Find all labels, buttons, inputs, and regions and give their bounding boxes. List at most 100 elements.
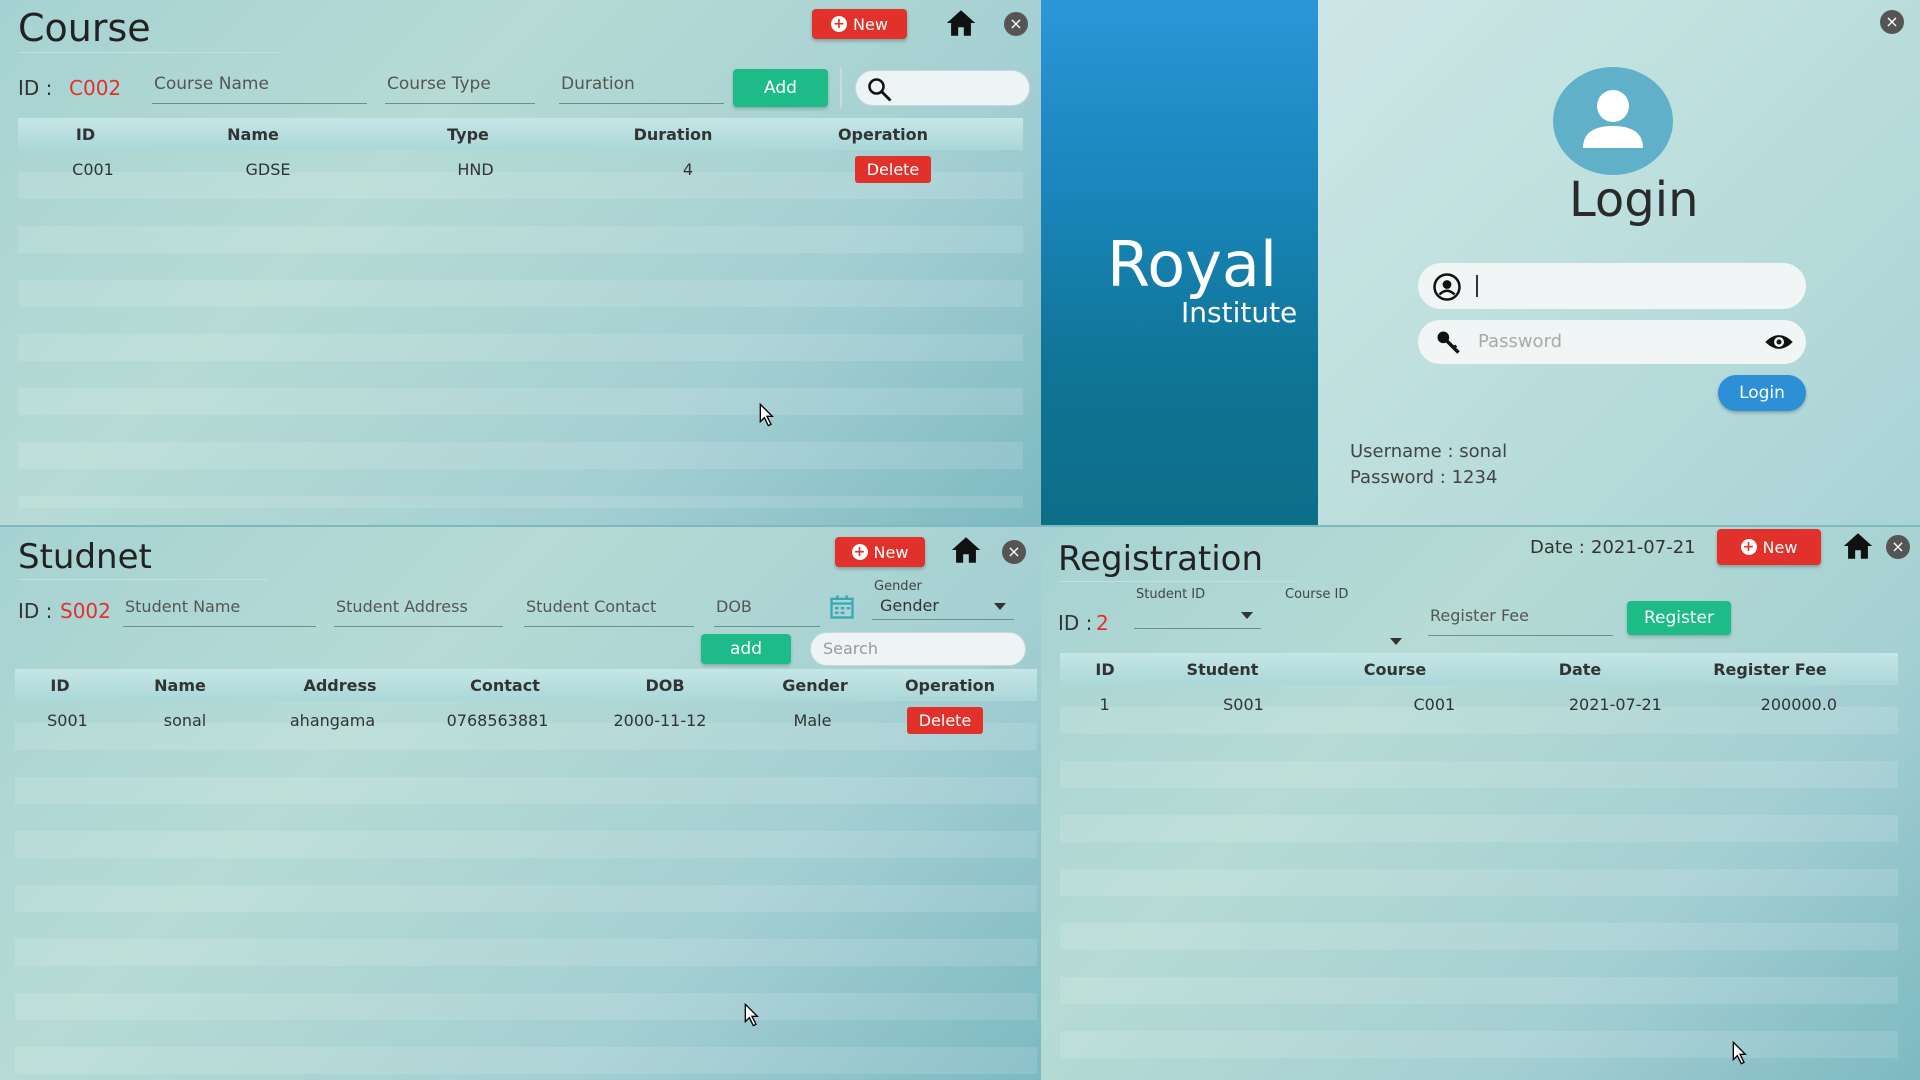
- cell-id: 1: [1099, 694, 1110, 714]
- gender-select[interactable]: Gender: [872, 594, 1014, 620]
- course-duration-input[interactable]: Duration: [559, 72, 724, 104]
- chevron-down-icon: [994, 603, 1006, 610]
- home-icon[interactable]: [944, 6, 978, 40]
- registration-new-button[interactable]: + New: [1717, 529, 1821, 565]
- delete-button[interactable]: Delete: [854, 155, 932, 183]
- cell-gender: Male: [793, 710, 832, 730]
- student-add-button[interactable]: add: [701, 634, 791, 664]
- registration-window: Registration Date : 2021-07-21 + New × I…: [1041, 527, 1920, 1080]
- student-search-placeholder: Search: [823, 639, 878, 658]
- login-title: Login: [1569, 172, 1699, 228]
- cell-id: S001: [47, 710, 88, 730]
- student-contact-input[interactable]: Student Contact: [524, 595, 694, 627]
- registration-new-label: New: [1762, 537, 1798, 557]
- brand-name: Royal: [1107, 228, 1278, 301]
- col-course: Course: [1363, 659, 1427, 679]
- register-fee-input[interactable]: Register Fee: [1428, 604, 1613, 636]
- cell-student: S001: [1223, 694, 1264, 714]
- home-icon[interactable]: [1841, 529, 1875, 563]
- close-icon[interactable]: ×: [1004, 12, 1028, 36]
- table-row[interactable]: 1 S001 C001 2021-07-21 200000.0: [1060, 685, 1898, 723]
- calendar-icon[interactable]: [828, 593, 856, 621]
- cell-register-fee: 200000.0: [1760, 694, 1837, 714]
- password-input[interactable]: Password: [1418, 320, 1806, 364]
- col-operation: Operation: [904, 675, 996, 695]
- col-register-fee: Register Fee: [1713, 659, 1827, 679]
- student-search-input[interactable]: Search: [810, 632, 1026, 666]
- cell-type: HND: [457, 159, 494, 179]
- date-label: Date :: [1530, 537, 1585, 558]
- login-button[interactable]: Login: [1718, 375, 1806, 411]
- course-id-label: Course ID: [1285, 587, 1349, 602]
- chevron-down-icon: [1241, 612, 1253, 619]
- home-icon[interactable]: [949, 533, 983, 567]
- student-id-select[interactable]: [1134, 603, 1261, 629]
- col-address: Address: [303, 675, 377, 695]
- student-id-label: Student ID: [1136, 587, 1206, 602]
- plus-icon: +: [1740, 539, 1757, 555]
- student-table: ID Name Address Contact DOB Gender Opera…: [15, 669, 1037, 1077]
- mouse-cursor-icon: [744, 1003, 759, 1027]
- col-name: Name: [154, 675, 206, 695]
- chevron-down-icon: [1390, 638, 1402, 645]
- student-new-label: New: [873, 542, 909, 562]
- student-id-label: ID :: [18, 599, 53, 623]
- col-id: ID: [75, 124, 96, 144]
- brand-panel: Royal Institute: [1041, 0, 1318, 525]
- cell-name: GDSE: [245, 159, 291, 179]
- cell-address: ahangama: [289, 710, 376, 730]
- eye-icon[interactable]: [1764, 330, 1794, 354]
- username-input[interactable]: [1418, 263, 1806, 309]
- col-contact: Contact: [470, 675, 540, 695]
- col-operation: Operation: [837, 124, 929, 144]
- course-id-value: C002: [69, 76, 122, 100]
- col-id: ID: [50, 675, 70, 695]
- col-duration: Duration: [633, 124, 713, 144]
- table-row[interactable]: C001 GDSE HND 4 Delete: [18, 150, 1023, 188]
- course-window: Course + New × ID : C002 Course Name Cou…: [0, 0, 1041, 525]
- student-new-button[interactable]: + New: [835, 537, 925, 567]
- plus-icon: +: [851, 544, 868, 560]
- col-name: Name: [227, 124, 279, 144]
- registration-table: ID Student Course Date Register Fee 1 S0…: [1060, 653, 1898, 1077]
- registration-id-value: 2: [1096, 611, 1109, 635]
- course-type-input[interactable]: Course Type: [385, 72, 535, 104]
- course-add-button[interactable]: Add: [733, 69, 828, 107]
- col-id: ID: [1095, 659, 1115, 679]
- cell-date: 2021-07-21: [1568, 694, 1662, 714]
- course-table: ID Name Type Duration Operation C001 GDS…: [18, 118, 1023, 508]
- divider: [840, 68, 842, 108]
- course-id-select[interactable]: [1283, 629, 1410, 655]
- register-button[interactable]: Register: [1627, 601, 1731, 635]
- col-gender: Gender: [782, 675, 848, 695]
- table-row[interactable]: S001 sonal ahangama 0768563881 2000-11-1…: [15, 701, 1037, 739]
- text-caret: [1476, 275, 1478, 297]
- gender-label: Gender: [874, 579, 922, 594]
- cell-name: sonal: [163, 710, 207, 730]
- course-table-header: ID Name Type Duration Operation: [18, 118, 1023, 150]
- delete-button[interactable]: Delete: [906, 706, 984, 734]
- student-name-input[interactable]: Student Name: [123, 595, 316, 627]
- course-search-input[interactable]: [855, 70, 1030, 106]
- plus-icon: +: [831, 16, 848, 32]
- course-new-button[interactable]: + New: [812, 9, 907, 39]
- mouse-cursor-icon: [759, 403, 774, 427]
- close-icon[interactable]: ×: [1886, 535, 1910, 559]
- cell-id: C001: [72, 159, 114, 179]
- student-address-input[interactable]: Student Address: [334, 595, 503, 627]
- close-icon[interactable]: ×: [1002, 540, 1026, 564]
- student-dob-input[interactable]: DOB: [714, 595, 820, 627]
- student-title: Studnet: [18, 537, 268, 580]
- cell-course: C001: [1413, 694, 1456, 714]
- course-title: Course: [18, 6, 280, 53]
- course-name-input[interactable]: Course Name: [152, 72, 367, 104]
- gender-select-value: Gender: [880, 596, 939, 615]
- user-avatar-icon: [1553, 67, 1673, 175]
- close-icon[interactable]: ×: [1880, 10, 1904, 34]
- registration-id-label: ID :: [1058, 611, 1093, 635]
- registration-title: Registration: [1058, 539, 1298, 582]
- student-id-value: S002: [60, 599, 111, 623]
- password-placeholder: Password: [1478, 331, 1563, 352]
- col-type: Type: [447, 124, 489, 144]
- cell-contact: 0768563881: [446, 710, 549, 730]
